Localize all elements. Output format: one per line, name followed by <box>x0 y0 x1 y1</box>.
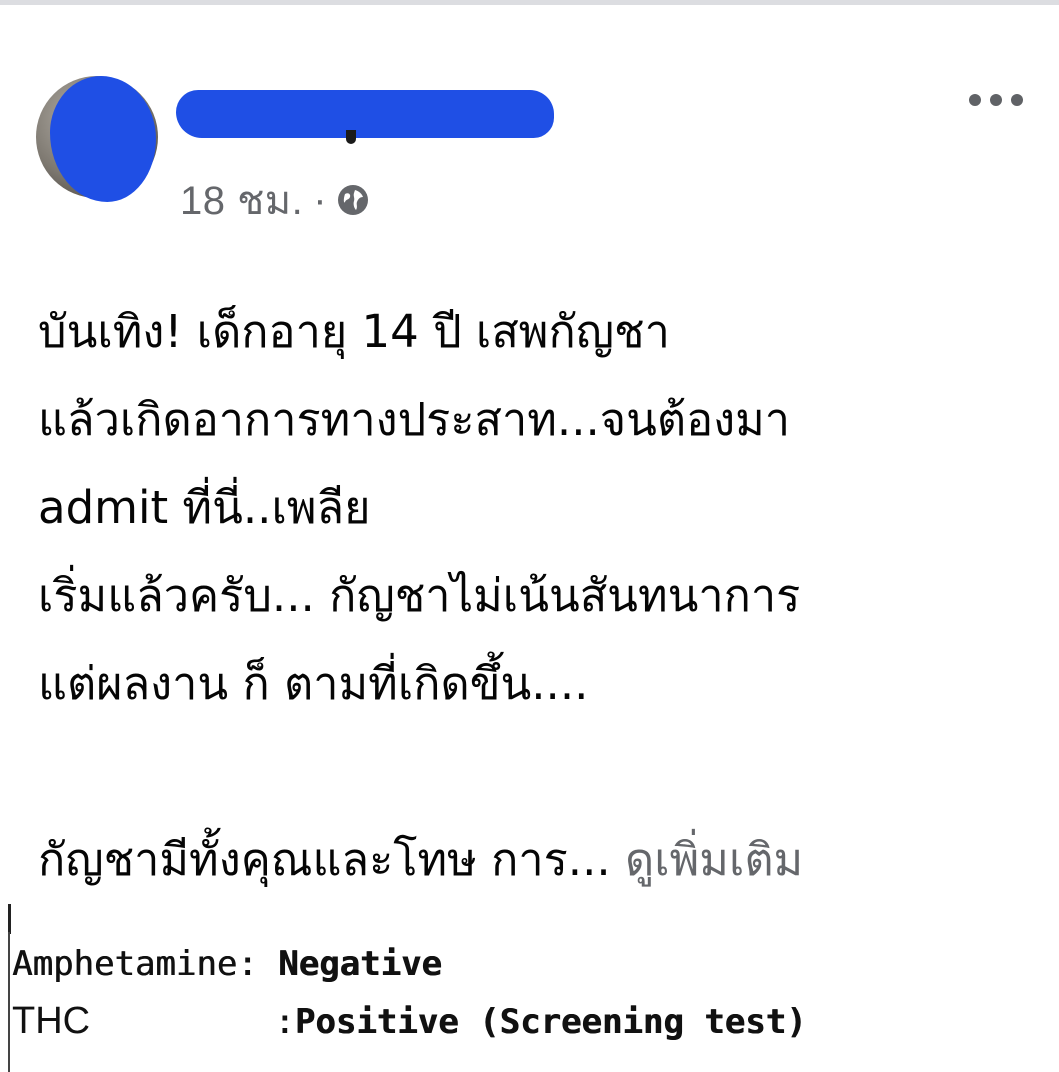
lab-test-result: Negative <box>278 944 442 984</box>
globe-icon <box>335 182 371 218</box>
lab-test-name: THC <box>12 1000 91 1042</box>
post-header: 18 ชม. · <box>0 60 1059 230</box>
post-text-last-line: กัญชามีทั้งคุณและโทษ การ... ดูเพิ่มเติม <box>38 816 1038 904</box>
lab-separator: : <box>237 944 279 984</box>
post-timestamp[interactable]: 18 ชม. <box>180 168 303 232</box>
meta-separator: · <box>313 177 327 222</box>
lab-test-result: Positive (Screening test) <box>294 1002 807 1042</box>
post-text-line: admit ที่นี่..เพลีย <box>38 481 371 534</box>
post-meta: 18 ชม. · <box>180 176 371 224</box>
text-cursor <box>8 904 11 934</box>
post-text-line: เริ่มแล้วครับ... กัญชาไม่เน้นสันทนาการ <box>38 569 801 622</box>
see-more-link[interactable]: ดูเพิ่มเติม <box>625 833 803 886</box>
more-options-icon[interactable] <box>969 90 1023 110</box>
lab-separator: : <box>90 1002 295 1042</box>
lab-result-row: THC :Positive (Screening test) <box>12 1000 807 1043</box>
post-text: บันเทิง! เด็กอายุ 14 ปี เสพกัญชา แล้วเกิ… <box>38 288 1038 904</box>
attached-image[interactable]: Amphetamine: Negative THC :Positive (Scr… <box>0 896 1059 1072</box>
avatar[interactable] <box>36 76 160 202</box>
post-text-truncated: กัญชามีทั้งคุณและโทษ การ... <box>38 833 611 886</box>
paragraph-break <box>38 728 1038 816</box>
post-text-line: แต่ผลงาน ก็ ตามที่เกิดขึ้น.... <box>38 657 589 710</box>
post-text-line: บันเทิง! เด็กอายุ 14 ปี เสพกัญชา <box>38 305 670 358</box>
lab-result-row: Amphetamine: Negative <box>12 944 442 984</box>
more-dot <box>1011 94 1023 106</box>
lab-test-name: Amphetamine <box>12 944 238 984</box>
more-dot <box>969 94 981 106</box>
post-text-line: แล้วเกิดอาการทางประสาท...จนต้องมา <box>38 393 791 446</box>
more-dot <box>990 94 1002 106</box>
author-name-redaction[interactable] <box>176 90 554 144</box>
top-divider <box>0 0 1059 5</box>
report-border <box>8 932 10 1072</box>
